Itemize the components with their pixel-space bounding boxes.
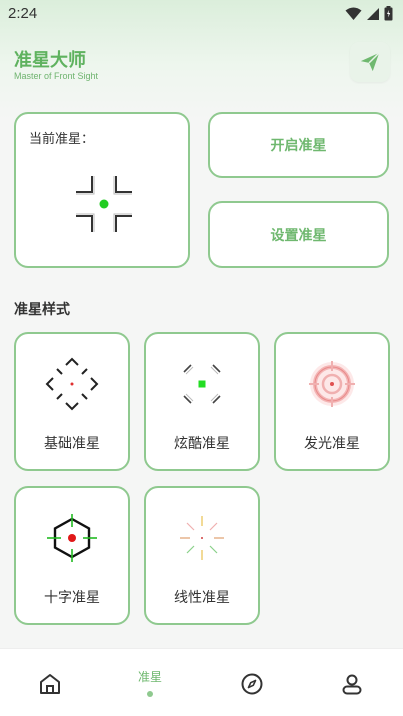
paper-plane-icon [360, 52, 380, 72]
style-card-cool[interactable]: 炫酷准星 [144, 332, 260, 471]
send-button[interactable] [350, 42, 390, 82]
status-time: 2:24 [8, 5, 38, 22]
cool-crosshair-icon [183, 364, 221, 404]
bottom-navigation: 准星 [0, 648, 403, 716]
current-crosshair-card: 当前准星： [14, 112, 190, 268]
style-label: 发光准星 [304, 436, 360, 452]
app-header: 准星大师 Master of Front Sight [0, 40, 403, 96]
style-label: 炫酷准星 [174, 436, 230, 452]
settings-crosshair-button[interactable]: 设置准星 [208, 201, 389, 268]
linear-crosshair-icon [180, 516, 224, 560]
nav-item-profile[interactable] [322, 649, 382, 716]
hex-cross-crosshair-icon [47, 514, 97, 562]
status-icons [345, 6, 393, 21]
signal-icon [367, 7, 379, 20]
profile-icon [342, 674, 362, 695]
battery-icon [384, 6, 393, 21]
compass-icon [241, 673, 263, 695]
style-card-linear[interactable]: 线性准星 [144, 486, 260, 625]
style-label: 基础准星 [44, 436, 100, 452]
style-label: 十字准星 [44, 590, 100, 606]
status-bar: 2:24 [0, 0, 403, 28]
nav-item-discover[interactable] [222, 649, 282, 716]
section-title: 准星样式 [14, 302, 70, 318]
nav-item-home[interactable] [20, 649, 80, 716]
glow-crosshair-icon [309, 361, 355, 407]
style-label: 线性准星 [174, 590, 230, 606]
home-icon [40, 674, 60, 694]
nav-active-label: 准星 [137, 670, 162, 684]
style-card-cross[interactable]: 十字准星 [14, 486, 130, 625]
open-crosshair-button[interactable]: 开启准星 [208, 112, 389, 178]
app-subtitle: Master of Front Sight [14, 71, 99, 81]
current-crosshair-label: 当前准星： [29, 132, 95, 147]
basic-crosshair-icon [45, 357, 99, 411]
app-title: 准星大师 [14, 50, 86, 71]
nav-active-indicator [147, 691, 153, 697]
style-card-glow[interactable]: 发光准星 [274, 332, 390, 471]
nav-item-crosshair[interactable]: 准星 [120, 649, 180, 716]
style-card-basic[interactable]: 基础准星 [14, 332, 130, 471]
wifi-icon [345, 7, 362, 20]
current-crosshair-preview [76, 176, 132, 232]
